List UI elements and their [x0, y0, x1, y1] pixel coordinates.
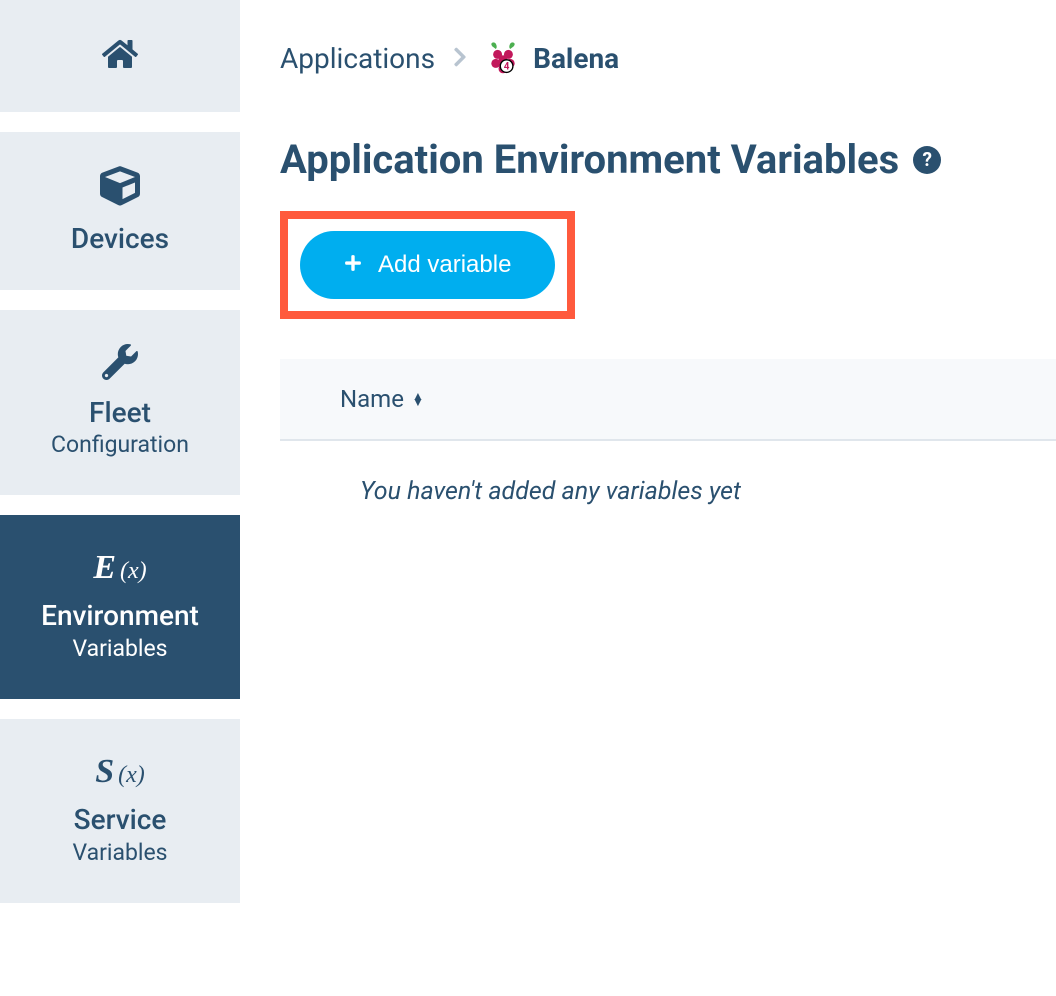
- empty-state-message: You haven't added any variables yet: [280, 441, 1056, 542]
- column-header-name[interactable]: Name ▲ ▼: [340, 385, 424, 413]
- sidebar-item-fleet[interactable]: Fleet Configuration: [0, 310, 240, 496]
- sidebar-item-devices[interactable]: Devices: [0, 132, 240, 290]
- help-icon[interactable]: ?: [913, 146, 941, 174]
- sidebar-item-sublabel: Variables: [72, 837, 167, 869]
- sort-icon: ▲ ▼: [412, 393, 424, 405]
- sidebar-item-environment[interactable]: E(x) Environment Variables: [0, 515, 240, 699]
- raspberry-pi-icon: 4: [485, 40, 521, 76]
- sidebar-item-service[interactable]: S(x) Service Variables: [0, 719, 240, 903]
- variable-e-icon: E(x): [93, 549, 146, 587]
- sidebar-item-sublabel: Variables: [72, 633, 167, 665]
- cube-icon: [100, 166, 140, 210]
- page-title-row: Application Environment Variables ?: [280, 136, 1056, 183]
- sidebar: Devices Fleet Configuration E(x) Environ…: [0, 0, 240, 996]
- sidebar-item-home[interactable]: [0, 0, 240, 112]
- breadcrumb-current-label: Balena: [533, 42, 619, 75]
- sidebar-item-label: Service: [74, 803, 167, 837]
- page-title: Application Environment Variables: [280, 136, 899, 183]
- highlight-annotation: Add variable: [280, 211, 575, 319]
- add-variable-button[interactable]: Add variable: [300, 231, 555, 299]
- wrench-icon: [102, 344, 138, 384]
- sidebar-item-label: Fleet: [89, 396, 151, 430]
- variable-s-icon: S(x): [95, 753, 145, 791]
- main-content: Applications 4: [240, 0, 1056, 996]
- table-header: Name ▲ ▼: [280, 359, 1056, 441]
- breadcrumb: Applications 4: [280, 40, 1056, 76]
- home-icon: [102, 38, 138, 74]
- breadcrumb-root[interactable]: Applications: [280, 42, 435, 75]
- column-header-label: Name: [340, 385, 404, 413]
- plus-icon: [344, 251, 362, 279]
- breadcrumb-current[interactable]: 4 Balena: [485, 40, 619, 76]
- sidebar-item-sublabel: Configuration: [51, 429, 189, 461]
- sidebar-item-label: Devices: [71, 222, 169, 256]
- sidebar-item-label: Environment: [41, 599, 199, 633]
- svg-text:4: 4: [504, 62, 510, 73]
- chevron-right-icon: [453, 42, 467, 75]
- add-variable-label: Add variable: [378, 251, 511, 279]
